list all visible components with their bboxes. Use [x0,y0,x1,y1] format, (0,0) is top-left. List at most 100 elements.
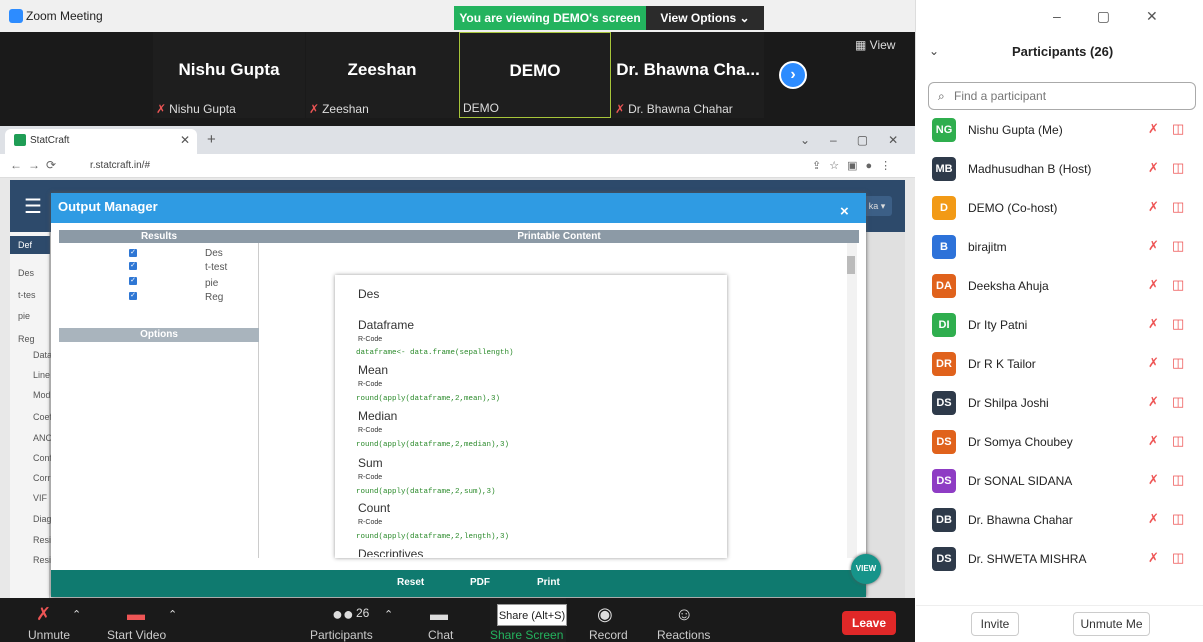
sidebar-item[interactable]: Def [18,240,32,250]
modal-footer [51,570,866,597]
result-checkbox[interactable]: ✓ [129,262,137,270]
sidebar-item[interactable]: Corr [33,473,51,483]
close-tab-icon[interactable]: ✕ [180,133,190,147]
pdf-button[interactable]: PDF [470,577,490,588]
sidebar-item[interactable]: Des [18,268,34,278]
share-screen-button[interactable]: Share Screen [490,628,563,642]
browser-toolbar-icons[interactable]: ⇪☆▣●⋮ [812,159,899,172]
video-off-icon: ◫ [1172,277,1185,292]
participant-row[interactable]: DR Dr R K Tailor ✗ ◫ [916,345,1203,384]
participant-name: DEMO (Co-host) [968,201,1058,215]
close-icon[interactable]: × [840,203,849,220]
record-button[interactable]: Record [589,628,628,642]
doc-code: dataframe<- data.frame(sepallength) [356,349,514,357]
invite-button[interactable]: Invite [971,612,1019,636]
avatar: B [932,235,956,259]
sidebar-item[interactable]: Mod [33,390,51,400]
doc-section-heading: Descriptives [358,547,424,557]
view-options-button[interactable]: View Options ⌄ [646,6,764,30]
window-title: Zoom Meeting [26,9,103,23]
view-badge-button[interactable]: VIEW [851,554,881,584]
sidebar-item[interactable]: VIF [33,493,47,503]
participant-row[interactable]: MB Madhusudhan B (Host) ✗ ◫ [916,150,1203,189]
video-tile[interactable]: Nishu Gupta ✗ Nishu Gupta [153,32,305,118]
browser-nav-icons[interactable]: ←→⟳ [10,158,62,172]
participant-row[interactable]: DS Dr Somya Choubey ✗ ◫ [916,423,1203,462]
participant-name: Dr SONAL SIDANA [968,474,1073,488]
sidebar-item[interactable]: Resi [33,535,51,545]
sidebar-item[interactable]: Coef [33,412,52,422]
video-off-icon[interactable]: ▬ [127,604,145,625]
new-tab-icon[interactable]: + [207,131,216,148]
video-tile[interactable]: Dr. Bhawna Cha... ✗ Dr. Bhawna Chahar [612,32,764,118]
participant-row[interactable]: DA Deeksha Ahuja ✗ ◫ [916,267,1203,306]
unmute-button[interactable]: Unmute [28,628,70,642]
participant-row[interactable]: DI Dr Ity Patni ✗ ◫ [916,306,1203,345]
participant-name: Nishu Gupta (Me) [968,123,1063,137]
chevron-down-icon[interactable]: ⌄ [929,44,939,58]
reactions-icon[interactable]: ☺ [675,604,693,625]
sidebar-item[interactable]: ANC [33,433,52,443]
sidebar-item[interactable]: pie [18,311,30,321]
participants-icon[interactable]: ●● [332,604,354,625]
participant-row[interactable]: D DEMO (Co-host) ✗ ◫ [916,189,1203,228]
participant-row[interactable]: DS Dr. SHWETA MISHRA ✗ ◫ [916,540,1203,579]
result-checkbox[interactable]: ✓ [129,277,137,285]
url-field[interactable]: r.statcraft.in/# [90,160,150,171]
participant-row[interactable]: DS Dr SONAL SIDANA ✗ ◫ [916,462,1203,501]
video-tile[interactable]: Zeeshan ✗ Zeeshan [306,32,458,118]
video-off-icon: ◫ [1172,355,1185,370]
participant-row[interactable]: DB Dr. Bhawna Chahar ✗ ◫ [916,501,1203,540]
mic-muted-icon: ✗ [1148,394,1159,409]
chat-button[interactable]: Chat [428,628,453,642]
search-placeholder: Find a participant [954,89,1047,103]
unmute-me-button[interactable]: Unmute Me [1073,612,1150,636]
video-tile-label: ✗ Nishu Gupta [156,102,236,116]
sidebar-item[interactable]: Reg [18,334,35,344]
video-tile-active[interactable]: DEMO DEMO [459,32,611,118]
result-checkbox[interactable]: ✓ [129,292,137,300]
mic-muted-icon[interactable]: ✗ [36,604,51,625]
browser-window-controls[interactable]: ⌄–▢✕ [800,133,918,147]
sidebar-item[interactable]: Line [33,370,50,380]
user-menu-button[interactable]: ka ▾ [862,196,892,216]
video-off-icon: ◫ [1172,433,1185,448]
mic-muted-icon: ✗ [1148,316,1159,331]
start-video-button[interactable]: Start Video [107,628,166,642]
chat-icon[interactable]: ▬ [430,604,448,625]
participant-row[interactable]: NG Nishu Gupta (Me) ✗ ◫ [916,111,1203,150]
participant-name: Dr Ity Patni [968,318,1028,332]
mic-muted-icon: ✗ [156,102,167,116]
sidebar-item[interactable]: Resi [33,555,51,565]
participants-button[interactable]: Participants [310,628,373,642]
chevron-up-icon[interactable]: ⌃ [384,608,393,621]
leave-button[interactable]: Leave [842,611,896,635]
scrollbar-thumb[interactable] [847,256,855,274]
record-icon[interactable]: ◉ [597,604,613,625]
menu-icon[interactable]: ☰ [24,194,42,219]
participant-name: Madhusudhan B (Host) [968,162,1092,176]
doc-title: Des [358,287,380,301]
window-controls[interactable]: –▢✕ [1053,8,1194,25]
sidebar-item[interactable]: Diag [33,514,52,524]
chevron-up-icon[interactable]: ⌃ [168,608,177,621]
sidebar-item[interactable]: Conf [33,453,52,463]
reactions-button[interactable]: Reactions [657,628,710,642]
print-button[interactable]: Print [537,577,560,588]
reset-button[interactable]: Reset [397,577,424,588]
sidebar-item[interactable]: Data [33,350,52,360]
doc-section-label: R-Code [358,381,383,388]
participant-name: Dr. Bhawna Chahar [968,513,1073,527]
scrollbar[interactable] [847,243,857,558]
result-checkbox[interactable]: ✓ [129,249,137,257]
next-page-icon[interactable]: › [779,61,807,89]
participant-name: Dr R K Tailor [968,357,1036,371]
chevron-up-icon[interactable]: ⌃ [72,608,81,621]
video-tile-label: ✗ Zeeshan [309,102,369,116]
participant-row[interactable]: Bbirajitm ✗ ◫ [916,228,1203,267]
view-button[interactable]: ▦ View [855,38,895,52]
participant-row[interactable]: DS Dr Shilpa Joshi ✗ ◫ [916,384,1203,423]
video-off-icon: ◫ [1172,316,1185,331]
sidebar-item[interactable]: t-tes [18,290,36,300]
doc-section-heading: Count [358,501,391,515]
